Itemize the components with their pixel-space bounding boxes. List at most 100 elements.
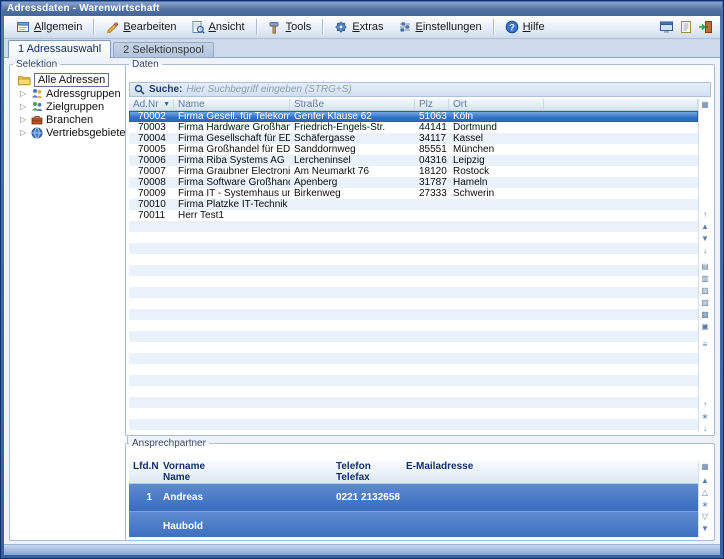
expand-icon[interactable]: ▷ [20,100,28,113]
table-cell: Firma Großhandel für EDV Hutner [174,144,290,155]
column-header-adnr[interactable]: Ad.Nr ▼ [129,99,174,110]
toolbar-button-extras[interactable]: Extras [327,17,390,37]
search-input[interactable] [186,84,706,95]
exit-button[interactable] [698,20,713,34]
notes-button[interactable] [679,20,693,34]
table-cell: 70003 [129,122,174,133]
nav-prev-icon[interactable]: ▲ [700,222,711,232]
table-cell: Köln [449,111,544,122]
table-row[interactable]: 70002Firma Gesell. für Telekommunikation… [129,111,698,122]
window-body: Allgemein Bearbeiten Ansicht Tools Extra… [4,16,720,555]
table-row[interactable]: 70009Firma IT - Systemhaus und Großhande… [129,188,698,199]
nav-prev-icon[interactable]: △ [700,488,711,498]
menu-icon[interactable]: ≡ [700,340,711,350]
table-cell: Friedrich-Engels-Str. [290,122,415,133]
column-chooser-icon[interactable]: ▦ [700,462,711,472]
table-cell [544,122,698,133]
scroll-top-icon[interactable]: ↑ [700,400,711,410]
toolbar-button-tools[interactable]: Tools [261,17,319,37]
search-label: Suche: [149,84,182,95]
nav-next-icon[interactable]: ▼ [700,234,711,244]
contacts-column-vorname-name: Vorname Name [159,461,332,483]
title-bar[interactable]: Adressdaten - Warenwirtschaft [2,2,722,16]
table-cell: Firma Graubner Electronics GmbH [174,166,290,177]
table-cell [544,177,698,188]
table-cell: Birkenweg [290,188,415,199]
window-icon [659,20,674,34]
svg-text:?: ? [509,22,515,32]
table-cell: Genfer Klause 62 [290,111,415,122]
toolbar-separator [256,19,257,35]
table-cell [449,210,544,221]
tree-item-zielgruppen[interactable]: ▷ Zielgruppen [11,100,126,113]
view-split-icon[interactable]: ▧ [700,286,711,296]
column-header-strasse[interactable]: Straße [290,99,415,110]
tree-item-branchen[interactable]: ▷ Branchen [11,113,126,126]
column-header-name[interactable]: Name [174,99,290,110]
tab-selektionspool[interactable]: 2 Selektionspool [113,42,214,57]
table-row[interactable]: 70003Firma Hardware Großhandel DortmundF… [129,122,698,133]
tree-item-vertriebsgebiete[interactable]: ▷ Vertriebsgebiete [11,126,126,139]
view-detail-icon[interactable]: ▣ [700,322,711,332]
table-cell: 31787 [415,177,449,188]
contacts-column-lfdnr: Lfd.Nr. [129,461,159,483]
selektion-panel-title: Selektion [13,59,60,70]
empty-row [129,342,698,353]
column-header-plz[interactable]: Plz [415,99,449,110]
table-row[interactable]: 70006Firma Riba Systems AGLercheninsel04… [129,155,698,166]
tree-item-label: Adressgruppen [46,88,121,100]
table-cell: Rostock [449,166,544,177]
view-grid-icon[interactable]: ▩ [700,310,711,320]
table-row[interactable]: 70011Herr Test1 [129,210,698,221]
toolbar-button-einstellungen[interactable]: Einstellungen [391,17,489,37]
tree-item-adressgruppen[interactable]: ▷ Adressgruppen [11,87,126,100]
insert-row-icon[interactable]: ∗ [700,500,711,510]
table-cell [544,188,698,199]
nav-up-icon[interactable]: ▲ [700,476,711,486]
contact-row-line2[interactable]: Haubold [129,512,698,537]
toolbar-button-ansicht[interactable]: Ansicht [184,17,252,37]
toolbar-button-allgemein[interactable]: Allgemein [9,17,89,37]
table-row[interactable]: 70008Firma Software Großhandel Lübke AGA… [129,177,698,188]
table-row[interactable]: 70005Firma Großhandel für EDV HutnerSand… [129,144,698,155]
nav-down-icon[interactable]: ▼ [700,524,711,534]
column-chooser-icon[interactable]: ▦ [700,100,711,110]
expand-icon[interactable]: ▷ [20,113,28,126]
nav-first-icon[interactable]: ↑ [700,210,711,220]
empty-row [129,397,698,408]
status-bar [4,544,720,555]
expand-icon[interactable]: ▷ [20,87,28,100]
table-cell: 18120 [415,166,449,177]
view-list-icon[interactable]: ▤ [700,262,711,272]
table-cell: Sanddornweg [290,144,415,155]
tree-item-label: Zielgruppen [46,101,104,113]
table-cell: 70006 [129,155,174,166]
table-cell [544,166,698,177]
nav-last-icon[interactable]: ↓ [700,246,711,256]
column-header-ort[interactable]: Ort [449,99,544,110]
scroll-bottom-icon[interactable]: ↓ [700,424,711,432]
table-cell [544,155,698,166]
view-columns-icon[interactable]: ▥ [700,274,711,284]
contact-row[interactable]: 1 Andreas 0221 2132658 [129,484,698,512]
expand-icon[interactable]: ▷ [20,126,28,139]
window-button[interactable] [659,20,674,34]
tree-item-alle-adressen[interactable]: Alle Adressen [11,73,126,87]
table-cell [415,210,449,221]
table-cell: 27333 [415,188,449,199]
insert-row-icon[interactable]: ∗ [700,412,711,422]
table-cell: 85551 [415,144,449,155]
table-cell: München [449,144,544,155]
search-bar[interactable]: Suche: [129,82,711,97]
nav-next-icon[interactable]: ▽ [700,512,711,522]
table-row[interactable]: 70004Firma Gesellschaft für EDV - System… [129,133,698,144]
table-row[interactable]: 70010Firma Platzke IT-Technik [129,199,698,210]
table-cell: Firma Software Großhandel Lübke AG [174,177,290,188]
table-row[interactable]: 70007Firma Graubner Electronics GmbHAm N… [129,166,698,177]
toolbar-button-hilfe[interactable]: ? Hilfe [498,17,552,37]
empty-row [129,287,698,298]
toolbar-button-bearbeiten[interactable]: Bearbeiten [98,17,183,37]
contacts-column-email: E-Mailadresse [402,461,698,483]
tab-adressauswahl[interactable]: 1 Adressauswahl [8,40,111,58]
view-cards-icon[interactable]: ▨ [700,298,711,308]
